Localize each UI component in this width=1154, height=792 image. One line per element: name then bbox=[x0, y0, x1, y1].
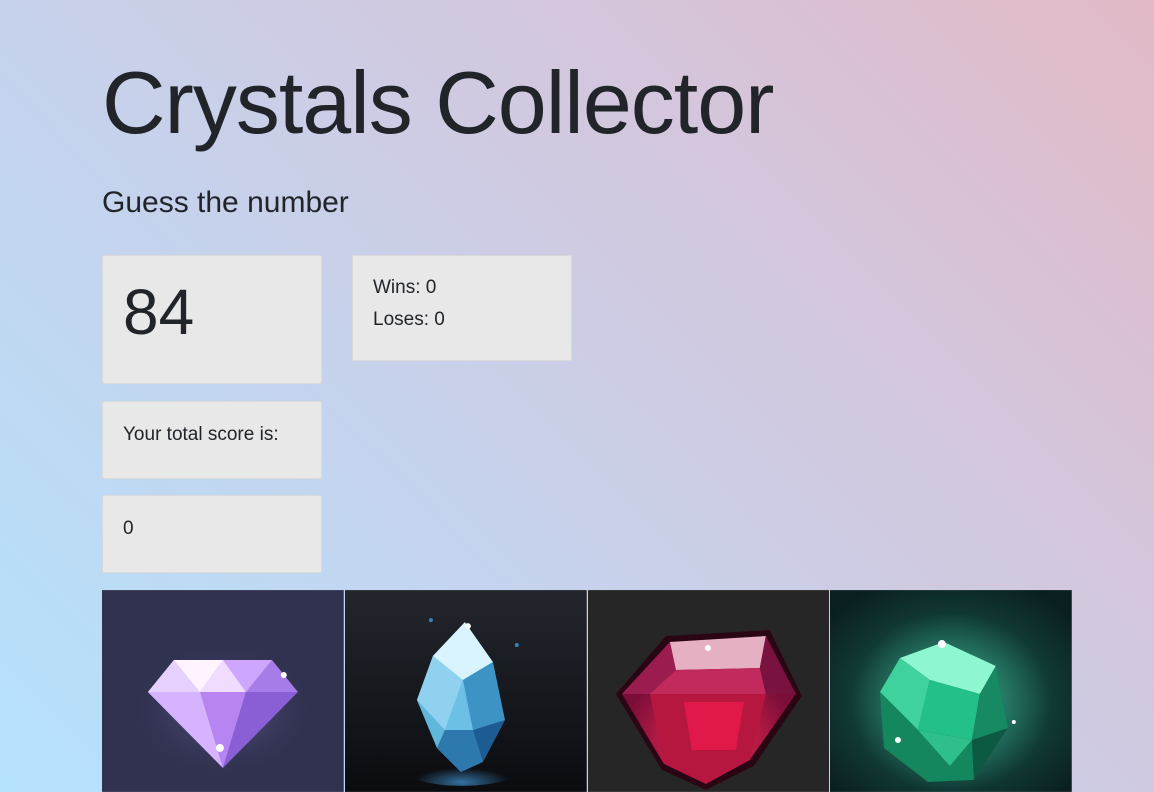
crystal-row bbox=[102, 590, 1072, 792]
score-label-card: Your total score is: bbox=[102, 401, 322, 479]
target-number: 84 bbox=[123, 276, 195, 348]
crystal-button-red[interactable] bbox=[587, 590, 830, 792]
score-value-card: 0 bbox=[102, 495, 322, 573]
loses-counter: Loses: 0 bbox=[373, 309, 445, 330]
target-number-card: 84 bbox=[102, 255, 322, 384]
score-label: Your total score is: bbox=[123, 424, 279, 445]
green-emerald-crystal-icon bbox=[830, 590, 1072, 792]
stats-card: Wins: 0 Loses: 0 bbox=[352, 255, 572, 361]
page-title: Crystals Collector bbox=[102, 53, 774, 152]
crystal-button-green[interactable] bbox=[830, 590, 1072, 792]
score-value: 0 bbox=[123, 518, 134, 539]
red-ruby-crystal-icon bbox=[587, 590, 830, 792]
blue-crystal-icon bbox=[344, 590, 587, 792]
crystal-button-blue[interactable] bbox=[344, 590, 587, 792]
purple-diamond-crystal-icon bbox=[102, 590, 344, 792]
crystal-button-purple[interactable] bbox=[102, 590, 344, 792]
wins-counter: Wins: 0 bbox=[373, 277, 437, 298]
page-subtitle: Guess the number bbox=[102, 186, 349, 219]
